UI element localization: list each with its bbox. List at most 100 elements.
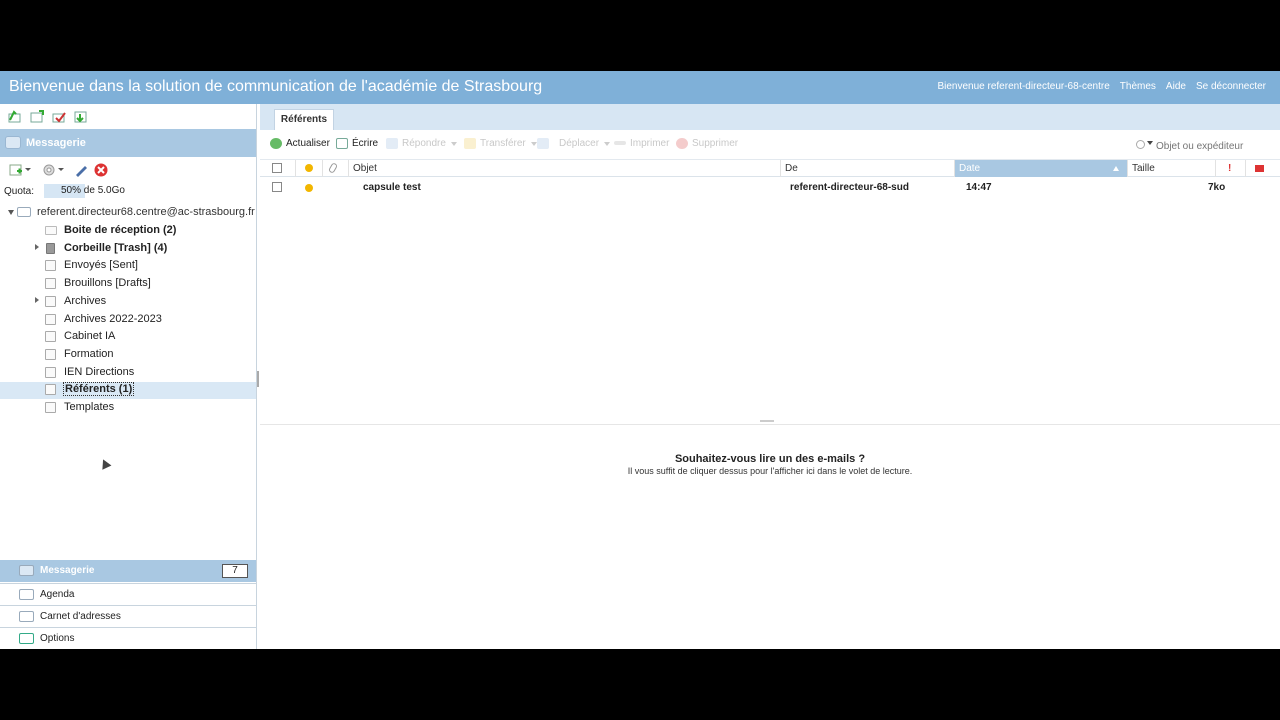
reply-button[interactable]: Répondre (386, 138, 457, 154)
folder-label: Envoyés [Sent] (64, 259, 138, 271)
compose-icon (336, 138, 348, 149)
chevron-down-icon[interactable] (530, 141, 537, 146)
folder-item[interactable]: Référents (1) (0, 382, 256, 399)
folder-item[interactable]: Templates (0, 400, 256, 417)
messagerie-header: Messagerie (0, 129, 256, 157)
left-sidebar: Messagerie Quota: 50% de 5.0Go referent.… (0, 104, 257, 649)
col-flag[interactable] (1245, 160, 1280, 177)
folder-tools (0, 159, 256, 181)
folder-label: Boite de réception (2) (64, 224, 177, 236)
folder-item[interactable]: Cabinet IA (0, 329, 256, 346)
paperclip-icon (327, 162, 339, 174)
col-date[interactable]: Date (954, 160, 1127, 177)
expand-arrow-icon[interactable] (35, 297, 39, 303)
table-row[interactable]: capsule test referent-directeur-68-sud 1… (260, 178, 1280, 197)
sent-icon (45, 260, 56, 271)
folder-icon (45, 331, 56, 342)
new-folder-icon[interactable] (30, 110, 44, 124)
col-from[interactable]: De (780, 160, 954, 177)
chevron-down-icon[interactable] (604, 141, 611, 146)
message-list-header: Objet De Date Taille ! (260, 159, 1280, 177)
search-icon[interactable] (1136, 140, 1145, 149)
nav-contacts[interactable]: Carnet d'adresses (0, 605, 256, 627)
folder-icon (45, 278, 56, 289)
refresh-button[interactable]: Actualiser (270, 138, 330, 154)
col-attachment[interactable] (322, 160, 348, 177)
move-button[interactable]: Déplacer (537, 138, 611, 154)
calendar-icon (19, 589, 34, 600)
folder-item[interactable]: Archives (0, 294, 256, 311)
unread-dot-icon[interactable] (305, 184, 313, 192)
search-box[interactable] (1134, 138, 1270, 154)
chevron-down-icon[interactable] (450, 141, 457, 146)
select-all-checkbox[interactable] (272, 163, 282, 173)
preview-resize-grip[interactable] (760, 420, 774, 422)
row-checkbox[interactable] (272, 182, 282, 192)
account-email: referent.directeur68.centre@ac-strasbour… (37, 206, 255, 218)
inbox-icon (45, 226, 57, 235)
col-subject[interactable]: Objet (348, 160, 780, 177)
nav-agenda[interactable]: Agenda (0, 583, 256, 605)
folder-item[interactable]: Boite de réception (2) (0, 223, 256, 240)
forward-button[interactable]: Transférer (464, 138, 537, 154)
folder-item[interactable]: IEN Directions (0, 365, 256, 382)
folder-label: Formation (64, 348, 114, 360)
folder-item[interactable]: Corbeille [Trash] (4) (0, 241, 256, 258)
folder-item[interactable]: Formation (0, 347, 256, 364)
mark-read-icon[interactable] (52, 110, 66, 124)
themes-link[interactable]: Thèmes (1120, 81, 1156, 92)
welcome-text: Bienvenue referent-directeur-68-centre (937, 81, 1110, 92)
folder-icon (45, 402, 56, 413)
checklist-icon (19, 633, 34, 644)
col-size[interactable]: Taille (1127, 160, 1215, 177)
new-message-icon[interactable] (8, 110, 22, 124)
quota-label: Quota: (4, 186, 35, 197)
print-icon (614, 141, 626, 146)
chevron-down-icon[interactable] (1147, 141, 1153, 145)
folder-label: Brouillons [Drafts] (64, 277, 151, 289)
header-links: Bienvenue referent-directeur-68-centre T… (937, 81, 1266, 92)
logout-link[interactable]: Se déconnecter (1196, 81, 1266, 92)
search-input[interactable] (1156, 138, 1266, 154)
chat-bubble-icon (19, 565, 34, 576)
main-pane: Référents Actualiser Écrire Répondre Tra… (260, 104, 1280, 649)
col-priority[interactable]: ! (1215, 160, 1245, 177)
compose-button[interactable]: Écrire (336, 138, 378, 154)
folder-label: Archives 2022-2023 (64, 313, 162, 325)
expand-arrow-icon[interactable] (35, 244, 39, 250)
unread-dot-icon (305, 164, 313, 172)
help-link[interactable]: Aide (1166, 81, 1186, 92)
folder-icon (45, 349, 56, 360)
quick-toolbar (0, 104, 256, 129)
folder-label: Cabinet IA (64, 330, 116, 342)
preview-subtext: Il vous suffit de cliquer dessus pour l'… (627, 466, 913, 476)
collapse-arrow-icon[interactable] (8, 209, 14, 215)
delete-icon[interactable] (94, 163, 108, 177)
unread-count-badge: 7 (222, 564, 248, 578)
print-button[interactable]: Imprimer (614, 138, 669, 154)
folder-icon (45, 367, 56, 378)
nav-options[interactable]: Options (0, 627, 256, 649)
quota-bar: 50% de 5.0Go (44, 184, 126, 198)
folder-item[interactable]: Archives 2022-2023 (0, 312, 256, 329)
download-icon[interactable] (74, 110, 88, 124)
move-icon (537, 138, 549, 149)
add-folder-icon[interactable] (9, 163, 31, 177)
reply-icon (386, 138, 398, 149)
folder-label: IEN Directions (64, 366, 135, 378)
tab-referents[interactable]: Référents (274, 109, 334, 130)
message-from: referent-directeur-68-sud (790, 182, 909, 193)
gear-icon[interactable] (42, 163, 66, 177)
nav-messagerie[interactable]: Messagerie 7 (0, 560, 256, 582)
page-title: Bienvenue dans la solution de communicat… (9, 78, 543, 95)
account-row[interactable]: referent.directeur68.centre@ac-strasbour… (8, 206, 255, 218)
delete-button[interactable]: Supprimer (676, 138, 738, 154)
forward-icon (464, 138, 476, 149)
message-subject: capsule test (363, 182, 421, 193)
folder-item[interactable]: Envoyés [Sent] (0, 258, 256, 275)
pane-splitter[interactable] (257, 371, 259, 387)
folder-item[interactable]: Brouillons [Drafts] (0, 276, 256, 293)
edit-pencil-icon[interactable] (74, 163, 88, 177)
nav-messagerie-label: Messagerie (40, 565, 95, 576)
nav-options-label: Options (40, 633, 75, 644)
